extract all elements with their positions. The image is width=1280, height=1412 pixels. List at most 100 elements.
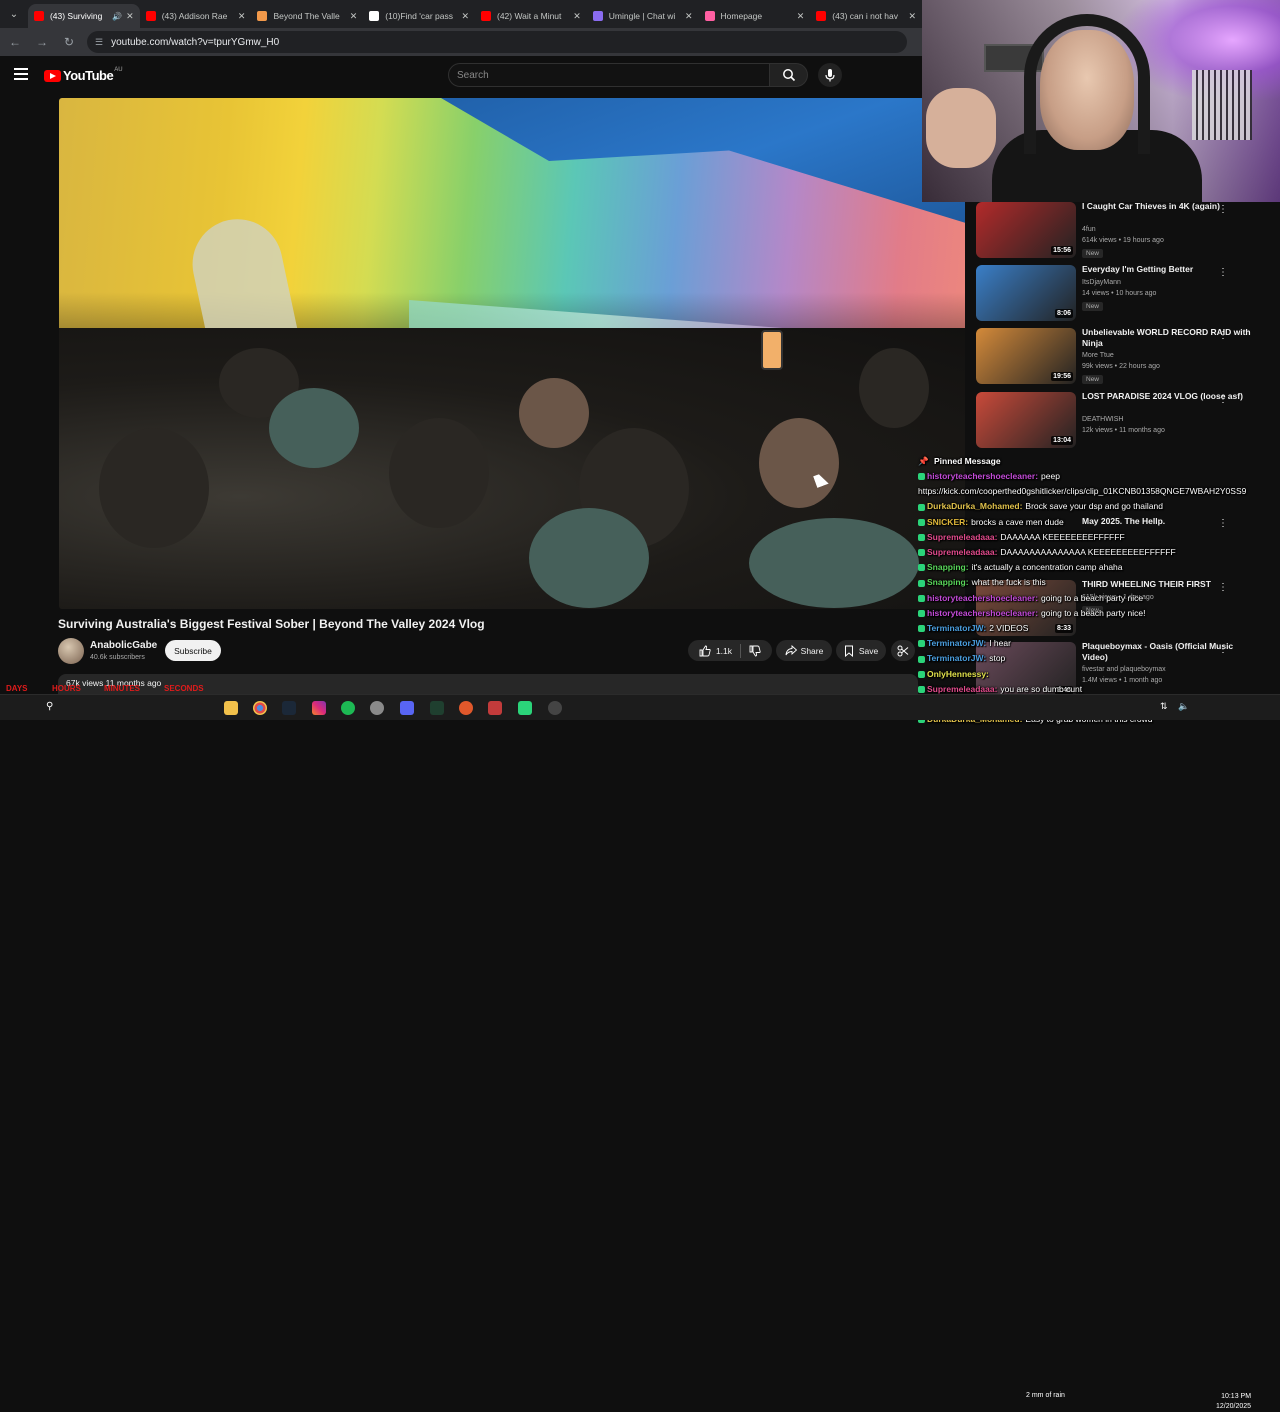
tab-search-chevron-icon[interactable]: ⌄ [0, 0, 28, 28]
tab-close-icon[interactable]: ✕ [238, 11, 246, 22]
recommendation-item[interactable]: 19:56 Unbelievable WORLD RECORD RAID with… [976, 327, 1276, 388]
chat-username[interactable]: Supremeleadaaa: [927, 532, 997, 542]
channel-avatar[interactable] [58, 638, 84, 664]
youtube-play-icon [44, 69, 61, 82]
more-options-icon[interactable]: ⋮ [1218, 394, 1228, 405]
volume-icon[interactable]: 🔈 [1178, 701, 1192, 715]
chat-username[interactable]: SNICKER: [927, 517, 968, 527]
recommendation-item[interactable]: 8:06 Everyday I'm Getting Better ItsDjayMa… [976, 264, 1276, 325]
tab-close-icon[interactable]: ✕ [126, 11, 134, 22]
chat-text: you are so dumb cunt [1000, 683, 1083, 694]
chat-username[interactable]: OnlyHennessy: [927, 669, 989, 679]
chat-username[interactable]: Snapping: [927, 577, 969, 587]
recommendation-item[interactable]: 13:04 LOST PARADISE 2024 VLOG (loose asf)… [976, 391, 1276, 452]
site-info-icon[interactable]: ☰ [95, 37, 103, 48]
chat-message: OnlyHennessy: [918, 669, 992, 679]
menu-icon[interactable] [14, 68, 28, 80]
system-clock[interactable]: 10:13 PM 12/20/2025 [1216, 1392, 1251, 1412]
network-icon[interactable]: ⇅ [1160, 701, 1174, 715]
tab-title: (43) Surviving [49, 11, 103, 21]
app-icon[interactable] [430, 701, 444, 715]
chat-username[interactable]: Snapping: [927, 562, 969, 572]
forward-arrow-icon[interactable]: → [30, 30, 54, 54]
chat-message: https://kick.com/cooperthed0gshitlicker/… [918, 486, 1246, 496]
chat-badge-icon [918, 640, 925, 648]
chat-text: it's actually a concentration camp ahaha [971, 562, 1123, 573]
browser-tab[interactable]: (43) Surviving 🔊 ✕ [27, 4, 140, 28]
youtube-logo[interactable]: YouTube AU [44, 67, 123, 83]
recommendation-thumbnail[interactable]: 15:56 [976, 202, 1076, 258]
browser-tab[interactable]: Homepage ✕ [699, 4, 811, 28]
browser-tab[interactable]: Beyond The Valle ✕ [251, 4, 363, 28]
recommendation-item[interactable]: 15:56 I Caught Car Thieves in 4K (again) 4… [976, 201, 1276, 262]
browser-tab[interactable]: (43) Addison Rae ✕ [140, 4, 252, 28]
chat-badge-icon [918, 610, 925, 618]
save-button[interactable]: Save [836, 640, 886, 661]
discord-icon[interactable] [400, 701, 414, 715]
spotify-icon[interactable] [341, 701, 355, 715]
search-button[interactable] [770, 63, 808, 87]
more-options-icon[interactable]: ⋮ [1218, 267, 1228, 278]
tab-audio-icon[interactable]: 🔊 [112, 12, 122, 21]
recommendation-thumbnail[interactable]: 8:06 [976, 265, 1076, 321]
search-input[interactable]: Search [448, 63, 770, 87]
clip-button[interactable] [891, 640, 915, 661]
chat-message: TerminatorJW: stop [918, 653, 1005, 663]
more-options-icon[interactable]: ⋮ [1218, 330, 1228, 341]
like-button[interactable]: 1.1k [699, 645, 732, 657]
chat-username[interactable]: TerminatorJW: [927, 653, 986, 663]
recommendation-channel[interactable]: More Ttue [1082, 352, 1114, 359]
chat-badge-icon [918, 670, 925, 678]
weather-widget[interactable]: 2 mm of rain [1026, 1392, 1065, 1399]
chat-username[interactable]: historyteachershoecleaner: [927, 593, 1038, 603]
chat-badge-icon [918, 579, 925, 587]
file-explorer-icon[interactable] [224, 701, 238, 715]
voice-search-button[interactable] [818, 63, 842, 87]
reload-icon[interactable]: ↻ [57, 30, 81, 54]
browser-tab[interactable]: Umingle | Chat wi ✕ [587, 4, 699, 28]
share-button[interactable]: Share [776, 640, 832, 661]
recommendation-thumbnail[interactable]: 19:56 [976, 328, 1076, 384]
tab-close-icon[interactable]: ✕ [461, 11, 469, 22]
chat-username[interactable]: Supremeleadaaa: [927, 684, 997, 694]
video-player[interactable] [59, 98, 965, 609]
recommendation-thumbnail[interactable]: 13:04 [976, 392, 1076, 448]
obs-icon[interactable] [459, 701, 473, 715]
tab-close-icon[interactable]: ✕ [573, 11, 581, 22]
browser-tab[interactable]: (42) Wait a Minut ✕ [475, 4, 587, 28]
recommendation-channel[interactable]: ItsDjayMann [1082, 279, 1121, 286]
steam-icon[interactable] [282, 701, 296, 715]
tab-close-icon[interactable]: ✕ [350, 11, 358, 22]
chat-username[interactable]: DurkaDurka_Mohamed: [927, 501, 1022, 511]
back-arrow-icon[interactable]: ← [3, 30, 27, 54]
tab-close-icon[interactable]: ✕ [685, 11, 693, 22]
chrome-icon[interactable] [253, 701, 267, 715]
media-app-icon[interactable] [488, 701, 502, 715]
chat-username[interactable]: Supremeleadaaa: [927, 547, 997, 557]
tab-close-icon[interactable]: ✕ [909, 11, 917, 22]
tab-title: (10)Find 'car pass [385, 11, 453, 21]
tab-close-icon[interactable]: ✕ [797, 11, 805, 22]
browser-tab[interactable]: (10)Find 'car pass ✕ [363, 4, 475, 28]
circle-app-icon[interactable] [548, 701, 562, 715]
browser-tab[interactable]: (43) can i not hav ✕ [810, 4, 922, 28]
chat-message: historyteachershoecleaner: going to a bea… [918, 593, 1143, 603]
chat-username[interactable]: historyteachershoecleaner: [927, 471, 1038, 481]
new-badge: New [1082, 302, 1104, 311]
channel-name[interactable]: AnabolicGabe [90, 640, 157, 651]
address-bar[interactable]: ☰ youtube.com/watch?v=tpurYGmw_H0 [87, 31, 907, 53]
chat-username[interactable]: historyteachershoecleaner: [927, 608, 1038, 618]
chat-username[interactable]: TerminatorJW: [927, 638, 986, 648]
more-options-icon[interactable]: ⋮ [1218, 204, 1228, 215]
recommendation-channel[interactable]: DEATHWISH [1082, 416, 1123, 423]
search-icon[interactable]: ⚲ [46, 701, 60, 715]
settings-gear-icon[interactable] [370, 701, 384, 715]
kick-icon[interactable] [518, 701, 532, 715]
new-badge: New [1082, 249, 1104, 258]
recommendation-channel[interactable]: 4fun [1082, 226, 1096, 233]
subscribe-button[interactable]: Subscribe [165, 640, 221, 661]
dislike-button[interactable] [749, 645, 761, 657]
instagram-icon[interactable] [312, 701, 326, 715]
chat-text: brocks a cave men dude [971, 516, 1064, 527]
chat-username[interactable]: TerminatorJW: [927, 623, 986, 633]
